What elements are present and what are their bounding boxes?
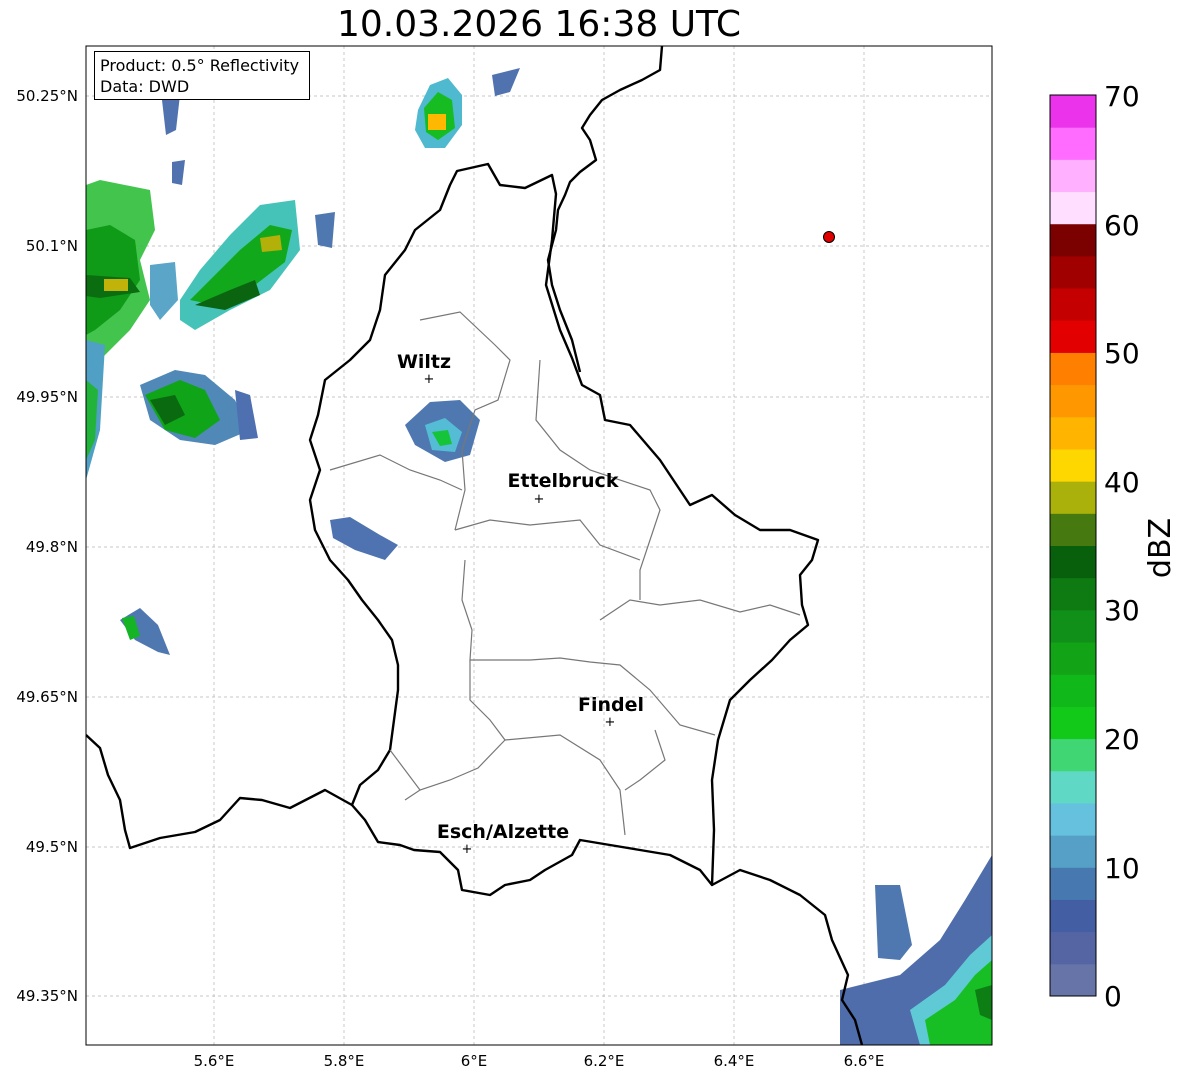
source-text: Data: DWD [100,77,190,96]
colorbar-label: dBZ [1143,518,1178,578]
city-cross-icon: + [462,842,473,857]
lat-tick-label: 50.1°N [26,237,78,255]
colorbar-swatch [1050,95,1096,128]
colorbar-tick: 0 [1104,980,1122,1013]
colorbar-swatch [1050,931,1096,965]
lon-axis: 5.6°E 5.8°E 6°E 6.2°E 6.4°E 6.6°E [194,1052,885,1070]
city-cross-icon: + [605,715,616,730]
colorbar-swatches [1050,95,1096,997]
colorbar-swatch [1050,545,1096,579]
colorbar-swatch [1050,127,1096,160]
colorbar-tick: 60 [1104,209,1140,242]
city-label: Wiltz [397,351,451,373]
city-cross-icon: + [424,372,435,387]
colorbar-tick: 70 [1104,80,1140,113]
lon-tick-label: 5.8°E [324,1052,365,1070]
colorbar-swatch [1050,867,1096,900]
colorbar-swatch [1050,609,1096,643]
colorbar-swatch [1050,416,1096,450]
colorbar: 0 10 20 30 40 50 60 70 dBZ [1049,80,1178,1013]
colorbar-swatch [1050,577,1096,611]
lon-tick-label: 5.6°E [194,1052,235,1070]
colorbar-swatch [1050,159,1096,193]
radar-site-marker[interactable] [823,231,835,243]
lat-tick-label: 49.8°N [26,538,78,556]
product-text: Product: 0.5° Reflectivity [100,56,300,75]
colorbar-swatch [1050,513,1096,546]
colorbar-swatch [1050,706,1096,740]
colorbar-swatch [1050,320,1096,353]
colorbar-tick: 40 [1104,466,1140,499]
lat-tick-label: 49.35°N [16,987,78,1005]
lat-tick-label: 49.65°N [16,688,78,706]
colorbar-swatch [1050,770,1096,804]
colorbar-swatch [1050,288,1096,321]
colorbar-swatch [1050,223,1096,257]
city-label: Esch/Alzette [437,821,569,843]
colorbar-swatch [1050,674,1096,707]
lat-tick-label: 50.25°N [16,87,78,105]
colorbar-swatch [1050,899,1096,933]
colorbar-swatch [1050,448,1096,482]
colorbar-tick: 20 [1104,723,1140,756]
lon-tick-label: 6.2°E [584,1052,625,1070]
colorbar-tick: 50 [1104,337,1140,370]
product-info-box: Product: 0.5° Reflectivity Data: DWD [94,51,310,100]
colorbar-swatch [1050,352,1096,386]
city-label: Ettelbruck [508,470,619,492]
colorbar-swatch [1050,642,1096,675]
lat-tick-label: 49.5°N [26,838,78,856]
colorbar-swatch [1050,481,1096,514]
colorbar-swatch [1050,963,1096,997]
lon-tick-label: 6°E [461,1052,488,1070]
map-area[interactable] [86,46,992,1045]
lon-tick-label: 6.4°E [714,1052,755,1070]
lon-tick-label: 6.6°E [844,1052,885,1070]
city-cross-icon: + [534,492,545,507]
lat-tick-label: 49.95°N [16,388,78,406]
colorbar-swatch [1050,802,1096,836]
colorbar-swatch [1050,835,1096,868]
colorbar-tick: 10 [1104,852,1140,885]
radar-map-figure: Wiltz + Ettelbruck + Findel + Esch/Alzet… [16,45,1178,1070]
lat-axis: 50.25°N 50.1°N 49.95°N 49.8°N 49.65°N 49… [16,87,78,1005]
city-label: Findel [578,694,644,716]
colorbar-swatch [1050,384,1096,418]
colorbar-swatch [1050,255,1096,289]
colorbar-swatch [1050,191,1096,225]
colorbar-swatch [1050,738,1096,772]
colorbar-tick: 30 [1104,594,1140,627]
